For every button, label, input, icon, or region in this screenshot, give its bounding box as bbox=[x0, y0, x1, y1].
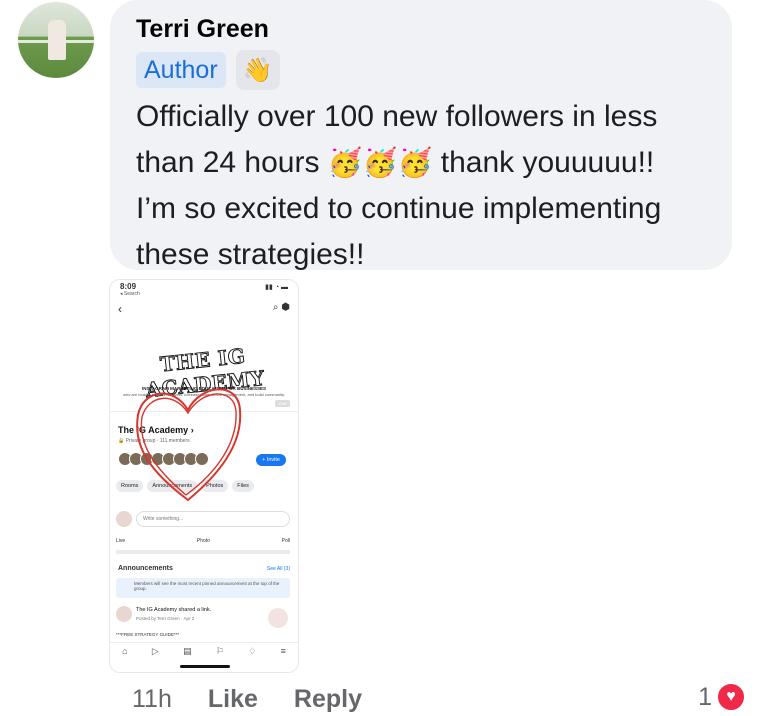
composer-actions: Live Photo Poll bbox=[116, 538, 290, 554]
comment-time[interactable]: 11h bbox=[132, 684, 172, 714]
flag-icon: ⚐ bbox=[215, 646, 224, 656]
like-button[interactable]: Like bbox=[208, 684, 258, 714]
composer-avatar bbox=[116, 511, 132, 527]
marketplace-icon: ▤ bbox=[183, 646, 192, 656]
comment-line-2-start: than 24 hours bbox=[136, 146, 320, 179]
wave-icon: 👋 bbox=[235, 50, 280, 90]
tab-rooms: Rooms bbox=[116, 480, 144, 492]
composer-input: Write something... bbox=[136, 511, 290, 527]
poll-action: Poll bbox=[281, 538, 290, 544]
banner-edit: Edit bbox=[275, 400, 290, 407]
reaction-count: 1 bbox=[698, 682, 712, 711]
banner-subtitle: INSTAGRAM MARKETING EDUCATION FOR BUSINE… bbox=[141, 386, 267, 391]
heart-icon: ♥ bbox=[716, 682, 746, 712]
comment-footer: 11h Like Reply bbox=[132, 684, 362, 714]
reaction-summary[interactable]: 1 ♥ bbox=[698, 682, 746, 712]
comment-bubble: Terri Green Author 👋 Officially over 100… bbox=[110, 0, 732, 271]
tab-announcements: Announcements bbox=[147, 480, 198, 492]
announcements-title: Announcements bbox=[118, 565, 173, 572]
video-icon: ▷ bbox=[151, 646, 159, 656]
live-action: Live bbox=[116, 538, 126, 544]
search-shield-icons: ⌕ ⬢ bbox=[272, 302, 290, 313]
signal-icon: ▮▮ ◔ ▬ bbox=[265, 284, 288, 291]
photo-action: Photo bbox=[196, 538, 210, 544]
post-author: The IG Academy shared a link. bbox=[136, 607, 212, 613]
status-back-search: ◂ Search bbox=[120, 291, 140, 297]
author-name[interactable]: Terri Green bbox=[136, 14, 706, 44]
composer: Write something... bbox=[116, 510, 290, 528]
author-avatar[interactable] bbox=[18, 2, 94, 78]
group-name: The IG Academy › bbox=[118, 425, 194, 435]
back-chevron-icon: ‹ bbox=[118, 302, 122, 316]
post-preview: ***FREE STRATEGY GUIDE*** bbox=[116, 632, 180, 637]
group-tabs: Rooms Announcements Photos Files bbox=[116, 480, 254, 492]
comment-line-3: I’m so excited to continue implementing bbox=[136, 192, 662, 225]
group-banner: THE IG ACADEMY INSTAGRAM MARKETING EDUCA… bbox=[110, 330, 298, 412]
home-indicator bbox=[180, 665, 230, 668]
member-avatar bbox=[195, 452, 209, 466]
status-time: 8:09 bbox=[120, 282, 137, 291]
post-meta: Posted by Terri Green · Apr 2 · bbox=[136, 616, 197, 621]
comment-line-4: these strategies!! bbox=[136, 238, 365, 271]
home-icon: ⌂ bbox=[122, 646, 128, 656]
comment-text: Officially over 100 new followers in les… bbox=[136, 94, 706, 278]
post-avatar bbox=[116, 606, 132, 622]
bottom-tab-bar: ⌂ ▷ ▤ ⚐ ♢ ≡ bbox=[110, 642, 298, 660]
member-avatars bbox=[118, 452, 209, 466]
reply-button[interactable]: Reply bbox=[294, 684, 362, 714]
bell-icon: ♢ bbox=[248, 646, 257, 656]
avatar-figure bbox=[48, 20, 66, 60]
tab-files: Files bbox=[232, 480, 254, 492]
party-face-icon: 🥳🥳🥳 bbox=[327, 147, 433, 178]
menu-icon: ≡ bbox=[280, 646, 286, 656]
author-badges: Author 👋 bbox=[136, 50, 706, 90]
see-all-link: See All (3) bbox=[266, 566, 290, 572]
invite-button: + Invite bbox=[256, 454, 286, 466]
group-meta: 🔒 Private group · 111 members bbox=[118, 438, 190, 444]
comment-line-2: than 24 hours 🥳🥳🥳 thank youuuuu!! bbox=[136, 140, 706, 186]
banner-tagline: who are looking to grow followers, incre… bbox=[122, 392, 285, 397]
tab-photos: Photos bbox=[201, 480, 229, 492]
announcement-note: Members will see the most recent pinned … bbox=[116, 578, 290, 598]
author-badge: Author bbox=[136, 52, 226, 88]
post-thumbnail bbox=[268, 608, 288, 628]
attached-screenshot[interactable]: 8:09 ◂ Search ▮▮ ◔ ▬ ‹ ⌕ ⬢ THE IG ACADEM… bbox=[110, 280, 298, 672]
comment-line-1: Officially over 100 new followers in les… bbox=[136, 100, 658, 133]
comment-line-2-end: thank youuuuu!! bbox=[440, 146, 655, 179]
